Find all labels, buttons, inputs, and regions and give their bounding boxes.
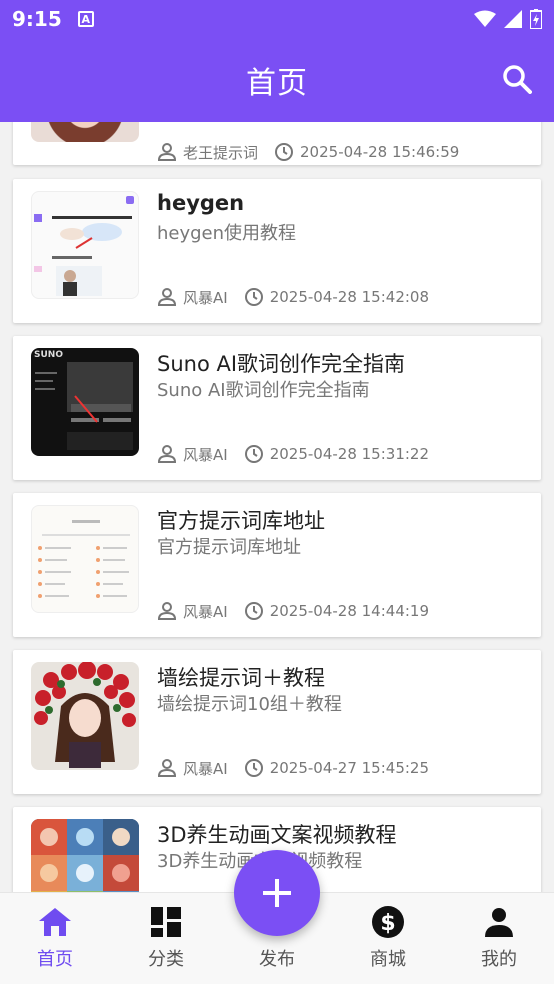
nav-label: 首页 — [37, 949, 73, 970]
item-subtitle: Suno AI歌词创作完全指南 — [157, 380, 370, 401]
thumbnail-image — [31, 662, 139, 770]
wifi-icon — [474, 10, 496, 27]
clock-icon — [244, 602, 263, 620]
thumbnail-image — [31, 122, 139, 142]
author-name: 风暴AI — [183, 445, 228, 464]
post-time: 2025-04-28 15:46:59 — [300, 143, 460, 161]
status-time: 9:15 — [12, 7, 62, 31]
nav-label: 发布 — [259, 949, 295, 970]
battery-icon — [530, 9, 542, 29]
item-subtitle: 官方提示词库地址 — [157, 537, 301, 558]
post-time: 2025-04-28 14:44:19 — [269, 602, 429, 620]
status-icons — [474, 9, 542, 29]
item-title: Suno AI歌词创作完全指南 — [157, 352, 406, 376]
user-icon — [157, 602, 177, 620]
user-icon — [157, 143, 177, 161]
nav-item-category[interactable]: 分类 — [111, 905, 221, 975]
plus-icon — [263, 879, 291, 907]
list-item[interactable]: 墙绘提示词＋教程 墙绘提示词10组＋教程 风暴AI 2025-04-27 15:… — [13, 650, 541, 794]
page-title: 首页 — [246, 66, 308, 101]
post-time: 2025-04-28 15:42:08 — [269, 288, 429, 306]
thumbnail-image: SUNO — [31, 348, 139, 456]
item-subtitle: heygen使用教程 — [157, 223, 297, 244]
user-icon — [157, 445, 177, 463]
item-meta: 老王提示词 2025-04-28 15:46:59 — [157, 140, 459, 164]
item-title: 3D养生动画文案视频教程 — [157, 823, 397, 847]
post-time: 2025-04-28 15:31:22 — [269, 445, 429, 463]
item-subtitle: 墙绘提示词10组＋教程 — [157, 694, 342, 715]
list-item[interactable]: heygen heygen使用教程 风暴AI 2025-04-28 15:42:… — [13, 179, 541, 323]
category-grid-icon — [149, 905, 183, 939]
publish-fab-button[interactable] — [234, 850, 320, 936]
list-item[interactable]: 官方提示词库地址 官方提示词库地址 风暴AI 2025-04-28 14:44:… — [13, 493, 541, 637]
nav-item-home[interactable]: 首页 — [0, 905, 110, 975]
user-icon — [157, 759, 177, 777]
person-icon — [482, 905, 516, 939]
user-icon — [157, 288, 177, 306]
thumbnail-image — [31, 819, 139, 892]
author-name: 风暴AI — [183, 602, 228, 621]
nav-item-profile[interactable]: 我的 — [444, 905, 554, 975]
title-row: 首页 — [0, 38, 554, 122]
status-bar: 9:15 A — [0, 0, 554, 38]
item-meta: 风暴AI 2025-04-27 15:45:25 — [157, 756, 429, 780]
article-list: 老王提示词 2025-04-28 15:46:59 heygen heygen使… — [0, 122, 554, 892]
author-name: 风暴AI — [183, 288, 228, 307]
app-header: 9:15 A 首页 — [0, 0, 554, 122]
post-time: 2025-04-27 15:45:25 — [269, 759, 429, 777]
item-title: heygen — [157, 191, 245, 215]
item-title: 墙绘提示词＋教程 — [157, 666, 325, 690]
nav-label: 我的 — [481, 949, 517, 970]
item-title: 官方提示词库地址 — [157, 509, 325, 533]
thumbnail-image — [31, 505, 139, 613]
nav-label: 商城 — [370, 949, 406, 970]
clock-icon — [244, 445, 263, 463]
thumbnail-image — [31, 191, 139, 299]
notification-a-icon: A — [77, 11, 94, 27]
list-item[interactable]: SUNO Suno AI歌词创作完全指南 Suno AI歌词创作完全指南 风暴A… — [13, 336, 541, 480]
item-meta: 风暴AI 2025-04-28 15:31:22 — [157, 442, 429, 466]
nav-item-store[interactable]: $ 商城 — [333, 905, 443, 975]
author-name: 风暴AI — [183, 759, 228, 778]
item-meta: 风暴AI 2025-04-28 14:44:19 — [157, 599, 429, 623]
thumbnail-brand-text: SUNO — [34, 350, 63, 360]
nav-label: 分类 — [148, 949, 184, 970]
list-item[interactable]: 老王提示词 2025-04-28 15:46:59 — [13, 122, 541, 165]
search-icon[interactable] — [502, 64, 532, 94]
item-meta: 风暴AI 2025-04-28 15:42:08 — [157, 285, 429, 309]
author-name: 老王提示词 — [183, 143, 259, 162]
dollar-icon: $ — [371, 905, 405, 939]
svg-text:$: $ — [380, 911, 395, 936]
signal-icon — [504, 10, 522, 28]
clock-icon — [275, 143, 294, 161]
clock-icon — [244, 288, 263, 306]
clock-icon — [244, 759, 263, 777]
home-icon — [38, 905, 72, 939]
